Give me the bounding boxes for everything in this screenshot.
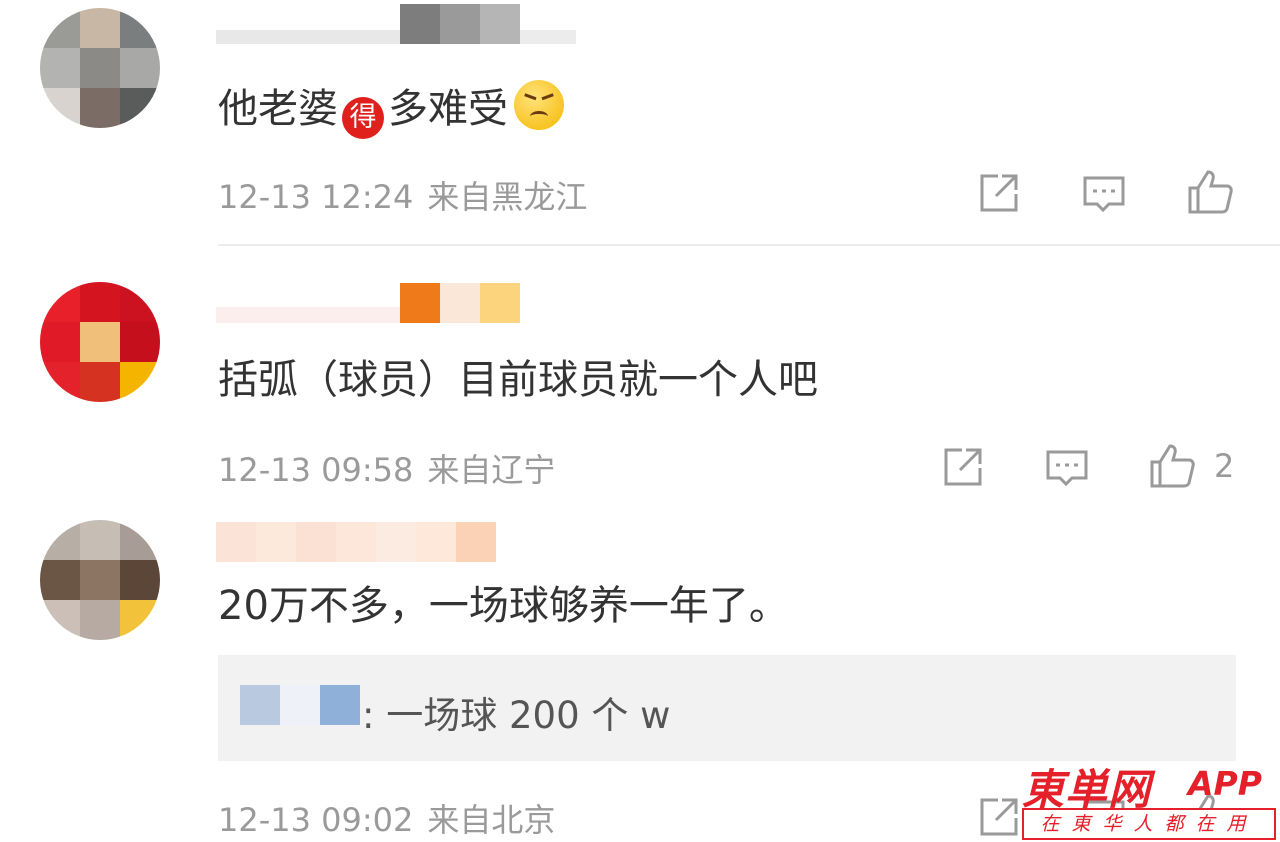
username-redacted[interactable]: [216, 522, 496, 562]
like-icon[interactable]: [1148, 442, 1196, 490]
comment-date: 12-13 12:24: [218, 178, 414, 216]
de-emoji-icon: 得: [342, 97, 384, 139]
like-count: 2: [1214, 447, 1235, 485]
comment-text-part: 多难受: [388, 86, 508, 132]
avatar[interactable]: [40, 8, 160, 128]
persevering-face-icon: [514, 80, 564, 130]
avatar[interactable]: [40, 282, 160, 402]
share-icon[interactable]: [976, 794, 1022, 840]
comment-text: 他老婆得多难受: [218, 80, 564, 139]
comment-text: 括弧（球员）目前球员就一个人吧: [218, 357, 818, 403]
comment-text-part: 他老婆: [218, 86, 338, 132]
comment-meta: 12-13 09:58 来自辽宁: [218, 445, 555, 491]
comment-meta: 12-13 12:24 来自黑龙江: [218, 172, 587, 218]
share-icon[interactable]: [976, 170, 1022, 216]
reply-username-redacted[interactable]: [240, 685, 360, 725]
divider: [218, 244, 1280, 246]
comment-text: 20万不多，一场球够养一年了。: [218, 583, 789, 629]
username-redacted[interactable]: [216, 283, 536, 323]
watermark-app: APP: [1188, 764, 1262, 803]
comment-location: 来自黑龙江: [427, 178, 588, 216]
comment-date: 12-13 09:58: [218, 451, 414, 489]
username-redacted[interactable]: [216, 4, 576, 44]
like-icon[interactable]: [1186, 168, 1234, 216]
share-icon[interactable]: [940, 444, 986, 490]
comment-location: 来自辽宁: [427, 451, 556, 489]
comment-icon[interactable]: [1044, 446, 1090, 492]
avatar[interactable]: [40, 520, 160, 640]
reply-text: : 一场球 200 个 w: [362, 694, 671, 737]
watermark-logo: 東単网 APP 在東华人都在用: [1022, 756, 1276, 840]
comment-icon[interactable]: [1081, 172, 1127, 218]
comment-location: 来自北京: [427, 801, 556, 839]
comment-date: 12-13 09:02: [218, 801, 414, 839]
comment-meta: 12-13 09:02 来自北京: [218, 795, 555, 841]
watermark-slogan: 在東华人都在用: [1022, 808, 1276, 840]
